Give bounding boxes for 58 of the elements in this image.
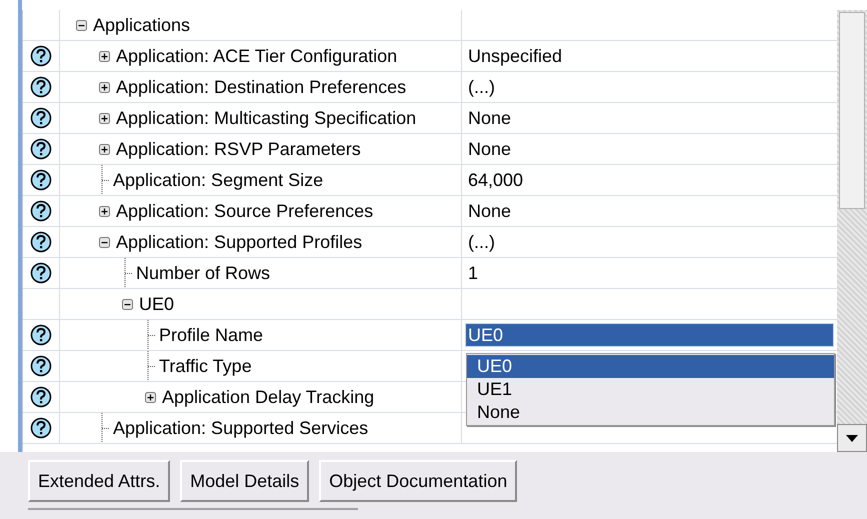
attribute-value: (...) <box>468 232 495 252</box>
help-icon[interactable] <box>30 324 52 346</box>
attribute-name: Application: ACE Tier Configuration <box>116 46 398 66</box>
action-button[interactable]: Extended Attrs. <box>28 460 170 502</box>
expand-icon[interactable] <box>99 112 110 124</box>
scrollbar[interactable] <box>837 10 867 452</box>
collapse-icon[interactable] <box>99 236 110 248</box>
tree-branch-icon <box>122 258 134 288</box>
attribute-value: Unspecified <box>468 46 562 66</box>
attribute-name: Traffic Type <box>159 356 252 376</box>
expand-icon[interactable] <box>99 50 110 62</box>
help-icon[interactable] <box>30 45 52 67</box>
help-icon[interactable] <box>30 231 52 253</box>
action-button[interactable]: Object Documentation <box>319 460 518 502</box>
collapse-icon[interactable] <box>76 20 87 30</box>
help-icon[interactable] <box>30 138 52 160</box>
down-arrow-icon <box>846 434 858 442</box>
attribute-value: (...) <box>468 76 495 98</box>
dropdown-option[interactable]: UE1 <box>467 378 834 401</box>
tree-branch-icon <box>99 165 111 195</box>
value-field[interactable]: UE0 <box>465 323 834 347</box>
help-icon[interactable] <box>30 262 52 284</box>
help-icon[interactable] <box>30 386 52 408</box>
dropdown-option[interactable]: UE0 <box>467 355 834 378</box>
expand-icon[interactable] <box>145 392 156 402</box>
help-icon[interactable] <box>30 200 52 222</box>
scroll-down-button[interactable] <box>837 424 867 452</box>
attribute-value: 64,000 <box>468 170 524 190</box>
attribute-value: 1 <box>468 262 478 284</box>
attribute-name: Application: Supported Profiles <box>116 232 362 252</box>
expand-icon[interactable] <box>99 206 110 216</box>
attribute-value: None <box>468 108 512 128</box>
collapse-icon[interactable] <box>122 298 133 310</box>
help-icon[interactable] <box>30 417 52 439</box>
expand-icon[interactable] <box>99 82 110 92</box>
attribute-name: Number of Rows <box>136 262 270 284</box>
help-icon[interactable] <box>30 355 52 377</box>
tree-branch-icon <box>99 413 111 443</box>
attribute-name: Application: Source Preferences <box>116 200 374 222</box>
help-icon[interactable] <box>30 107 52 129</box>
attribute-name: Profile Name <box>159 324 264 346</box>
attribute-name: Application: Destination Preferences <box>116 76 406 98</box>
attribute-name: Applications <box>93 14 190 36</box>
tree-branch-icon <box>145 320 157 350</box>
attribute-name: Application: RSVP Parameters <box>116 138 361 160</box>
expand-icon[interactable] <box>99 144 110 154</box>
attribute-name: Application: Segment Size <box>113 170 324 190</box>
tree-branch-icon <box>145 351 157 381</box>
attribute-name: Application: Multicasting Specification <box>116 108 416 128</box>
attribute-value: None <box>468 200 512 222</box>
help-icon[interactable] <box>30 169 52 191</box>
attribute-name: Application Delay Tracking <box>162 386 374 408</box>
attribute-name: UE0 <box>139 294 174 314</box>
action-button[interactable]: Model Details <box>180 460 310 502</box>
attribute-value: None <box>468 138 512 160</box>
dropdown-option[interactable]: None <box>467 401 834 424</box>
attribute-name: Application: Supported Services <box>113 418 368 438</box>
help-icon[interactable] <box>30 76 52 98</box>
